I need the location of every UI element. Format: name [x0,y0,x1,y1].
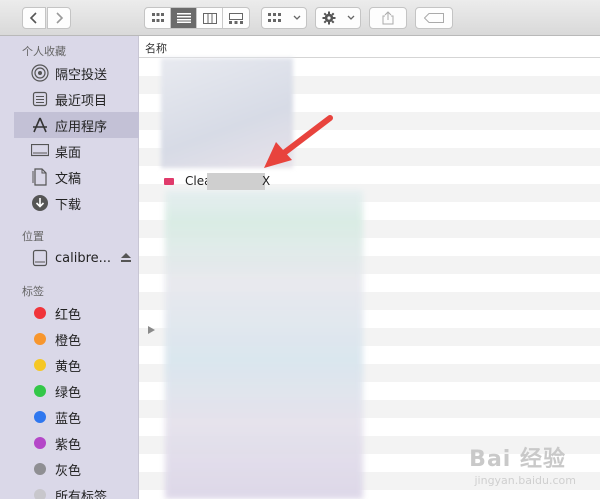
annotation-arrow-icon [264,115,333,168]
icon-view-button[interactable] [145,8,171,28]
chevron-down-icon [293,15,300,20]
sidebar-item-airdrop[interactable]: 隔空投送 [14,60,139,86]
list-view-icon [176,13,191,23]
watermark: Bai 经验 jingyan.baidu.com [469,441,576,487]
sidebar-item-applications[interactable]: 应用程序 [14,112,139,138]
redacted-area [207,173,265,190]
chevron-left-icon [29,12,37,24]
tag-icon [424,13,444,23]
tag-dot-icon [30,355,50,375]
toolbar [0,0,600,36]
sidebar-item-label: 紫色 [55,437,82,453]
tag-dot-icon [30,329,50,349]
tag-dot-icon [30,381,50,401]
gallery-view-button[interactable] [223,8,249,28]
sidebar-tag-blue[interactable]: 蓝色 [14,404,139,430]
tag-dot-icon [30,303,50,323]
icon-view-icon [151,13,164,22]
grid-arrange-icon [267,13,281,22]
tag-dot-icon [30,485,50,499]
sidebar-tag-yellow[interactable]: 黄色 [14,352,139,378]
sidebar-item-label: 红色 [55,307,82,323]
tags-section-title: 标签 [22,285,44,298]
column-view-icon [202,12,217,24]
tag-dot-icon [30,433,50,453]
sidebar-item-label: calibre... [55,250,112,266]
arrange-button[interactable] [261,7,307,29]
sidebar-tag-red[interactable]: 红色 [14,300,139,326]
watermark-sub: jingyan.baidu.com [474,474,576,487]
sidebar-item-label: 文稿 [55,171,82,187]
gallery-view-icon [229,12,243,24]
sidebar-tag-all[interactable]: 所有标签... [14,482,139,499]
chevron-right-icon [56,12,64,24]
disclosure-triangle-icon[interactable] [148,326,155,334]
sidebar-item-label: 应用程序 [55,119,108,135]
tag-dot-icon [30,407,50,427]
sidebar-item-calibre[interactable]: calibre... [14,245,139,271]
list-item-app[interactable]: Clea [164,172,211,190]
sidebar-item-label: 蓝色 [55,411,82,427]
sidebar-tag-green[interactable]: 绿色 [14,378,139,404]
sidebar-item-label: 所有标签... [55,489,120,499]
column-header-name[interactable]: 名称 [145,40,167,56]
locations-section-title: 位置 [22,230,44,243]
sidebar-item-label: 黄色 [55,359,82,375]
sidebar-item-label: 桌面 [55,145,82,161]
sidebar-tag-gray[interactable]: 灰色 [14,456,139,482]
documents-icon [30,167,50,187]
list-header: 名称 [139,36,600,58]
desktop-icon [30,141,50,161]
view-mode-segmented [144,7,250,29]
column-view-button[interactable] [197,8,223,28]
action-button[interactable] [315,7,361,29]
list-view-button[interactable] [171,8,197,28]
share-button[interactable] [369,7,407,29]
sidebar-item-label: 下载 [55,197,82,213]
sidebar-item-documents[interactable]: 文稿 [14,164,139,190]
sidebar-tag-purple[interactable]: 紫色 [14,430,139,456]
redacted-area [165,190,363,499]
disk-icon [30,248,50,268]
watermark-text: Bai 经验 [469,447,566,472]
tag-dot-icon [30,459,50,479]
downloads-icon [30,193,50,213]
gear-icon [322,11,335,25]
eject-icon[interactable] [121,251,132,266]
favorites-section-title: 个人收藏 [22,45,66,58]
back-button[interactable] [22,7,46,29]
sidebar-item-recents[interactable]: 最近项目 [14,86,139,112]
sidebar-item-downloads[interactable]: 下载 [14,190,139,216]
forward-button[interactable] [47,7,71,29]
share-icon [382,11,394,25]
applications-icon [30,115,50,135]
sidebar-item-desktop[interactable]: 桌面 [14,138,139,164]
recents-icon [30,89,50,109]
sidebar-item-label: 橙色 [55,333,82,349]
sidebar: 个人收藏 隔空投送 最近项目 应用程序 桌面 文稿 下载 位置 calibre.… [0,36,139,499]
app-icon [164,177,174,185]
airdrop-icon [30,63,50,83]
sidebar-item-label: 灰色 [55,463,82,479]
sidebar-item-label: 隔空投送 [55,67,108,83]
tag-button[interactable] [415,7,453,29]
sidebar-tag-orange[interactable]: 橙色 [14,326,139,352]
sidebar-item-label: 绿色 [55,385,82,401]
app-name-end: X [262,174,271,188]
sidebar-item-label: 最近项目 [55,93,108,109]
chevron-down-icon [347,15,354,20]
